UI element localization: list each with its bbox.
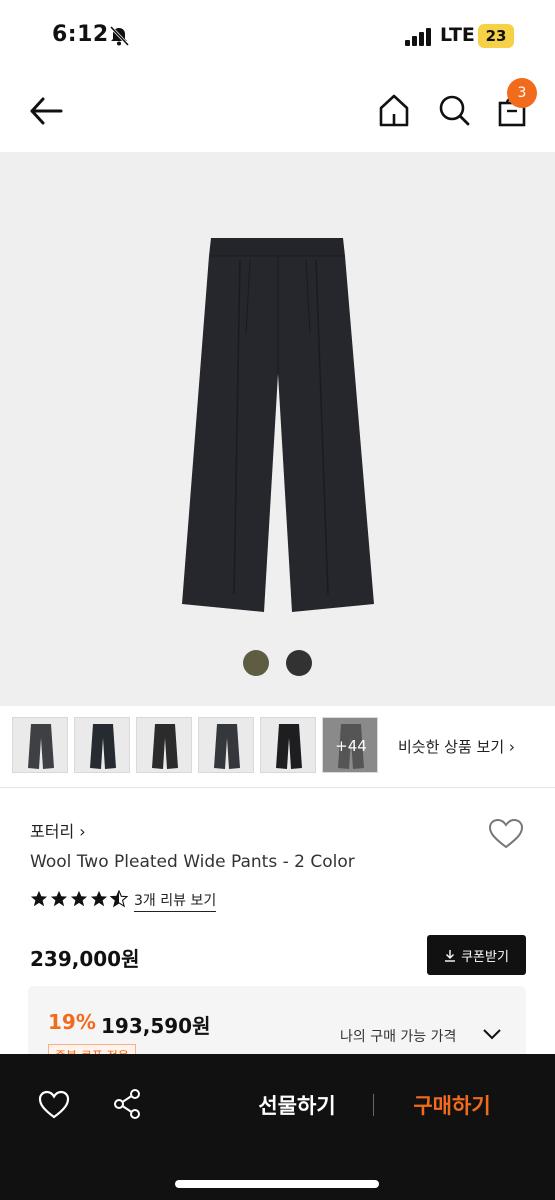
gift-button[interactable]: 선물하기	[238, 1086, 356, 1126]
bell-muted-icon	[109, 25, 130, 47]
search-icon[interactable]	[437, 92, 471, 128]
divider	[0, 787, 555, 788]
download-icon	[445, 949, 456, 962]
buy-button[interactable]: 구매하기	[392, 1086, 512, 1126]
thumbnail-row: +44 비슷한 상품 보기 ›	[0, 716, 555, 776]
app-header	[0, 72, 555, 152]
wishlist-heart-icon[interactable]	[38, 1090, 70, 1120]
star-icon	[90, 890, 108, 907]
home-indicator	[175, 1180, 379, 1188]
star-icon	[30, 890, 48, 907]
thumbnail[interactable]	[198, 717, 254, 773]
thumbnail[interactable]	[136, 717, 192, 773]
rating-stars	[30, 889, 130, 910]
share-icon[interactable]	[112, 1088, 142, 1120]
review-link[interactable]: 3개 리뷰 보기	[134, 890, 217, 912]
status-time: 6:12	[52, 22, 109, 47]
cart-count-badge: 3	[507, 78, 537, 108]
discount-price: 193,590원	[101, 1014, 211, 1038]
coupon-button-label: 쿠폰받기	[461, 949, 509, 965]
color-swatch-charcoal[interactable]	[286, 650, 312, 676]
thumbnail[interactable]	[74, 717, 130, 773]
product-image[interactable]	[0, 152, 555, 706]
brand-link[interactable]: 포터리 ›	[30, 818, 86, 842]
my-price-label[interactable]: 나의 구매 가능 가격	[340, 1026, 456, 1046]
bar-divider	[373, 1094, 374, 1116]
bottom-action-bar: 선물하기 구매하기	[0, 1054, 555, 1200]
star-icon	[50, 890, 68, 907]
color-swatch-olive[interactable]	[243, 650, 269, 676]
status-bar: 6:12 LTE 23	[0, 0, 555, 72]
product-price: 239,000원	[30, 947, 140, 971]
similar-products-link[interactable]: 비슷한 상품 보기 ›	[398, 736, 515, 757]
home-icon[interactable]	[378, 92, 410, 128]
network-label: LTE	[440, 24, 475, 46]
discount-rate: 19%	[48, 1010, 96, 1034]
pants-image	[182, 238, 374, 612]
more-images-count: +44	[335, 737, 367, 755]
signal-icon	[405, 28, 431, 46]
thumbnail[interactable]	[260, 717, 316, 773]
star-half-icon	[109, 889, 129, 908]
heart-icon[interactable]	[488, 818, 524, 850]
coupon-button[interactable]: 쿠폰받기	[427, 935, 526, 975]
thumbnail[interactable]	[12, 717, 68, 773]
product-title: Wool Two Pleated Wide Pants - 2 Color	[30, 852, 355, 872]
battery-indicator: 23	[478, 24, 514, 48]
chevron-down-icon[interactable]	[482, 1026, 502, 1042]
back-arrow-icon[interactable]	[28, 94, 64, 128]
thumbnail-more[interactable]: +44	[322, 717, 378, 773]
star-icon	[70, 890, 88, 907]
